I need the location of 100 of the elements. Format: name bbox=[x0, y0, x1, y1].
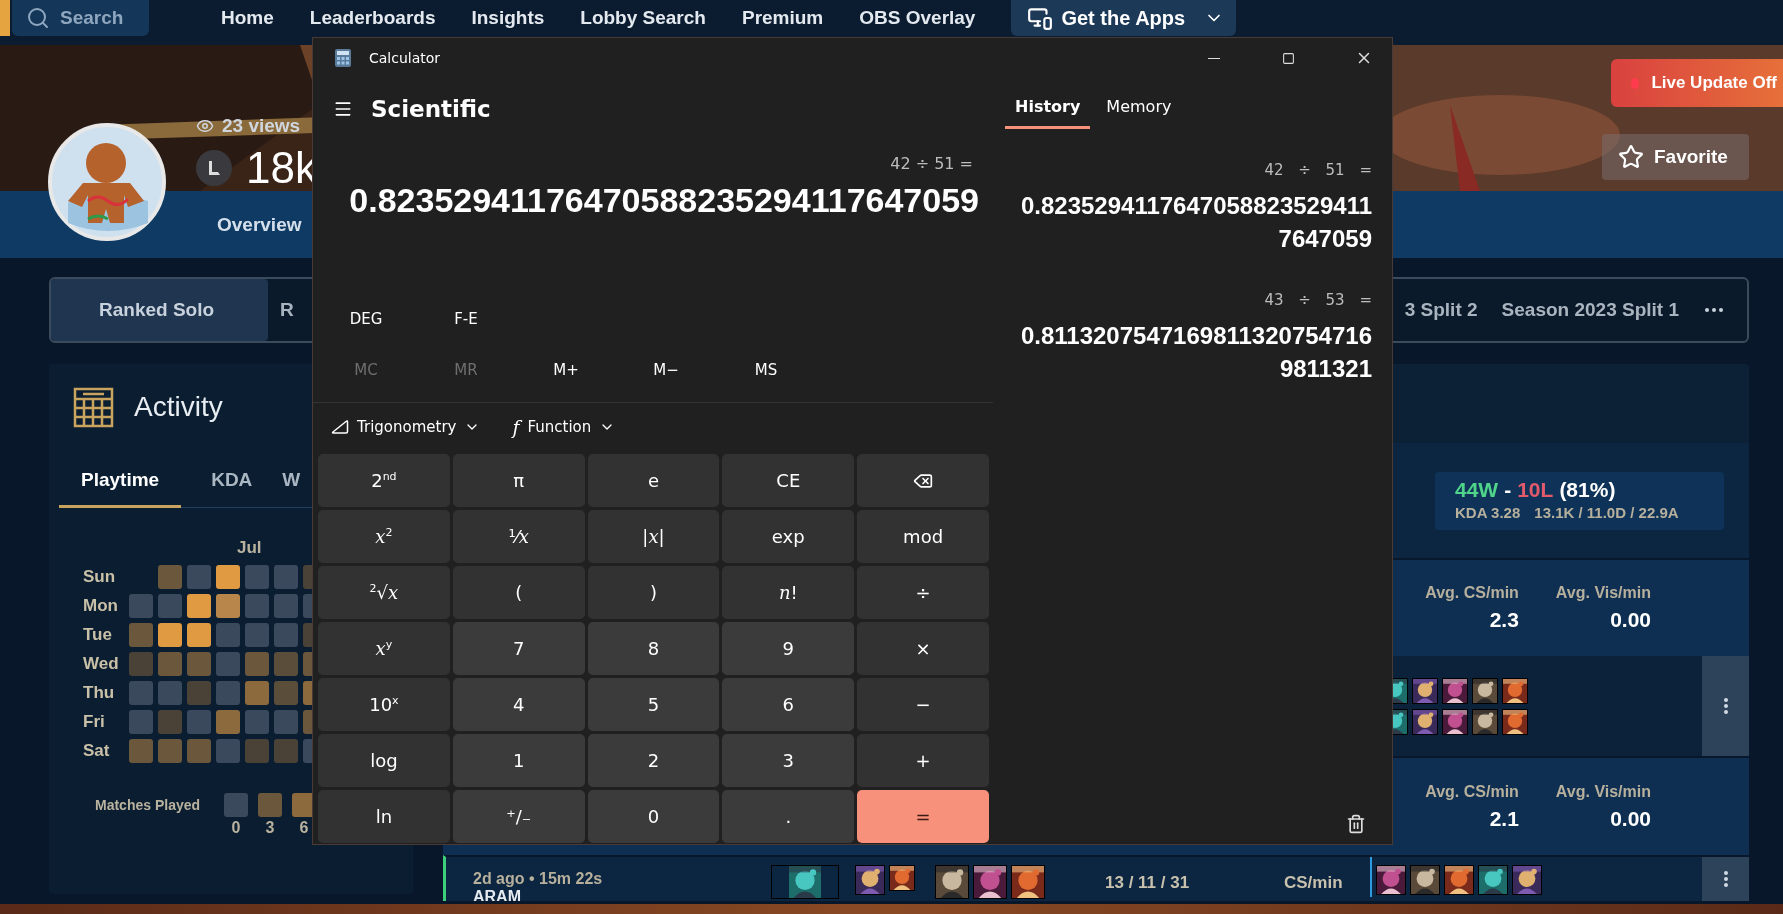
day-label: Sat bbox=[83, 740, 111, 761]
calculator-key[interactable]: 0 bbox=[587, 790, 720, 843]
nav-link[interactable]: Leaderboards bbox=[309, 7, 436, 29]
nav-link[interactable]: Insights bbox=[471, 7, 545, 29]
activity-tab[interactable]: KDA bbox=[211, 454, 253, 508]
backspace-button[interactable] bbox=[857, 454, 989, 507]
legend-value: 0 bbox=[230, 819, 242, 837]
notation-button[interactable]: F-E bbox=[416, 297, 516, 341]
calculator-key[interactable]: × bbox=[857, 622, 989, 675]
angle-button[interactable]: DEG bbox=[316, 297, 416, 341]
day-label: Wed bbox=[83, 653, 120, 674]
win-rate: (81%) bbox=[1559, 477, 1616, 502]
memory-button[interactable]: MS bbox=[716, 348, 816, 392]
day-label: Thu bbox=[83, 682, 116, 703]
get-apps-button[interactable]: Get the Apps bbox=[1011, 0, 1237, 36]
stat-value: 2.3 bbox=[1489, 608, 1519, 632]
calculator-key[interactable]: exp bbox=[722, 510, 855, 563]
more-icon bbox=[1723, 871, 1728, 887]
memory-button[interactable]: M+ bbox=[516, 348, 616, 392]
wins: 44W bbox=[1455, 477, 1499, 502]
calendar-icon bbox=[73, 386, 114, 428]
nav-accent bbox=[0, 0, 10, 36]
calculator-key[interactable]: x$^{2}$ bbox=[318, 510, 450, 563]
calculator-key[interactable]: 2$^{nd}$ bbox=[318, 454, 450, 507]
day-label: Tue bbox=[83, 624, 113, 645]
triangle-icon bbox=[331, 417, 349, 436]
kda-score: 13 / 11 / 31 bbox=[1105, 872, 1191, 894]
season-tab[interactable]: Ranked Solo bbox=[51, 279, 269, 341]
calculator-key[interactable]: log bbox=[318, 734, 450, 787]
legend-label: Matches Played bbox=[95, 797, 202, 813]
calculator-key[interactable]: x$^{y}$ bbox=[318, 622, 450, 675]
nav-link[interactable]: OBS Overlay bbox=[859, 7, 976, 29]
calculator-key[interactable]: ln bbox=[318, 790, 450, 843]
history-expression: 43 ÷ 53 = bbox=[1264, 291, 1372, 309]
calculator-key[interactable]: 2 bbox=[587, 734, 720, 787]
legend-value: 6 bbox=[298, 819, 310, 837]
calculator-key[interactable]: ( bbox=[452, 566, 585, 619]
kda-detail: 13.1K / 11.0D / 22.9A bbox=[1534, 503, 1679, 521]
calculator-key[interactable]: ) bbox=[587, 566, 720, 619]
panel-title: Activity bbox=[134, 391, 223, 423]
equals-button[interactable]: = bbox=[857, 790, 989, 843]
separator: - bbox=[1504, 477, 1512, 502]
cs-label: CS/min bbox=[1284, 872, 1344, 894]
season-tab[interactable]: R bbox=[268, 279, 306, 341]
stat-label: Avg. CS/min bbox=[1425, 584, 1519, 602]
day-label: Sun bbox=[83, 566, 117, 587]
calculator-key[interactable]: e bbox=[587, 454, 720, 507]
stat-label: Avg. CS/min bbox=[1425, 782, 1519, 801]
nav-link[interactable]: Premium bbox=[741, 7, 824, 29]
calculator-key[interactable]: 1 bbox=[452, 734, 585, 787]
activity-tab[interactable]: Playtime bbox=[59, 454, 182, 508]
stat-label: Avg. Vis/min bbox=[1555, 782, 1651, 801]
calculator-key[interactable]: 5 bbox=[587, 678, 720, 731]
stat-label: Avg. Vis/min bbox=[1555, 584, 1651, 602]
month-label: Jul bbox=[237, 538, 262, 559]
day-label: Fri bbox=[83, 711, 106, 732]
activity-tab[interactable]: W bbox=[282, 454, 301, 508]
calculator-key[interactable]: 9 bbox=[722, 622, 855, 675]
more-icon bbox=[1705, 308, 1723, 312]
season-tab[interactable]: Season 2023 Split 1 bbox=[1489, 279, 1691, 341]
stat-value: 0.00 bbox=[1610, 608, 1651, 632]
dropdown-button[interactable]: Trigonometry bbox=[325, 416, 487, 437]
overview-tab[interactable]: Overview bbox=[217, 213, 302, 236]
history-result[interactable]: 0.81132075471698113207547169811321 bbox=[1012, 319, 1372, 385]
result-display: 0.82352941176470588235294117647059 bbox=[349, 181, 979, 220]
memory-button[interactable]: M− bbox=[616, 348, 716, 392]
calculator-key[interactable]: 6 bbox=[722, 678, 855, 731]
calculator-key[interactable]: CE bbox=[722, 454, 855, 507]
stat-value: 0.00 bbox=[1610, 806, 1651, 831]
calculator-key[interactable]: |x| bbox=[587, 510, 720, 563]
calculator-key[interactable]: 4 bbox=[452, 678, 585, 731]
legend-value: 3 bbox=[264, 819, 276, 837]
losses: 10L bbox=[1517, 477, 1554, 502]
calculator-key[interactable]: n! bbox=[722, 566, 855, 619]
day-label: Mon bbox=[83, 595, 119, 616]
stat-value: 2.1 bbox=[1489, 806, 1519, 831]
devices-icon bbox=[1027, 5, 1054, 31]
calculator-key[interactable]: mod bbox=[857, 510, 989, 563]
calculator-key[interactable]: − bbox=[857, 678, 989, 731]
nav-link[interactable]: Lobby Search bbox=[580, 7, 706, 29]
search-icon bbox=[26, 6, 50, 30]
calculator-key[interactable]: ⁺/₋ bbox=[452, 790, 585, 843]
season-tab[interactable]: 3 Split 2 bbox=[1404, 279, 1490, 341]
calculator-key[interactable]: . bbox=[722, 790, 855, 843]
match-time: 2d ago • 15m 22s bbox=[473, 870, 604, 888]
calculator-key[interactable]: ¹⁄x bbox=[452, 510, 585, 563]
calculator-key[interactable]: + bbox=[857, 734, 989, 787]
more-icon bbox=[1723, 698, 1728, 714]
calculator-key[interactable]: 3 bbox=[722, 734, 855, 787]
history-result[interactable]: 0.82352941176470588235294117647059 bbox=[1012, 189, 1372, 255]
calculator-key[interactable]: $^{2}$√x bbox=[318, 566, 450, 619]
kda-ratio: KDA 3.28 bbox=[1455, 503, 1521, 521]
calculator-key[interactable]: 7 bbox=[452, 622, 585, 675]
search-field[interactable]: Search bbox=[12, 0, 149, 36]
calculator-key[interactable]: 10$^{x}$ bbox=[318, 678, 450, 731]
nav-link[interactable]: Home bbox=[221, 7, 274, 29]
calculator-key[interactable]: π bbox=[452, 454, 585, 507]
calculator-key[interactable]: ÷ bbox=[857, 566, 989, 619]
dropdown-button[interactable]: f Function bbox=[506, 414, 622, 439]
calculator-key[interactable]: 8 bbox=[587, 622, 720, 675]
